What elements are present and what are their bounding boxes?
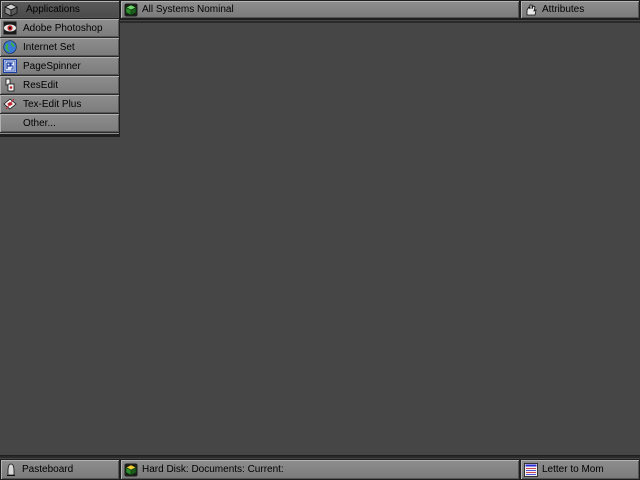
applications-menu-button[interactable]: Applications xyxy=(0,0,120,19)
path-bar[interactable]: Hard Disk: Documents: Current: xyxy=(120,459,520,480)
texedit-icon xyxy=(3,98,17,110)
top-bar-divider xyxy=(120,19,640,20)
applications-dropdown: Adobe Photoshop Internet Set PageSpinner… xyxy=(0,19,120,137)
photoshop-eye-icon xyxy=(3,21,17,35)
menu-item-label: PageSpinner xyxy=(23,60,81,72)
menu-item-other[interactable]: Other... xyxy=(0,114,119,132)
pasteboard-label: Pasteboard xyxy=(22,464,74,475)
applications-label: Applications xyxy=(26,4,80,15)
menu-item-pagespinner[interactable]: PageSpinner xyxy=(0,57,119,75)
attributes-button[interactable]: Attributes xyxy=(520,0,640,19)
resedit-jack-icon xyxy=(5,78,15,92)
pasteboard-button[interactable]: Pasteboard xyxy=(0,459,120,480)
attributes-label: Attributes xyxy=(542,4,585,15)
menu-item-tex-edit-plus[interactable]: Tex-Edit Plus xyxy=(0,95,119,113)
bottom-bar-shadow xyxy=(0,456,640,458)
status-label: All Systems Nominal xyxy=(142,4,234,15)
hard-disk-cube-icon xyxy=(124,463,138,476)
attributes-hand-icon xyxy=(526,4,537,15)
menu-item-adobe-photoshop[interactable]: Adobe Photoshop xyxy=(0,19,119,37)
status-green-cube-icon xyxy=(124,3,138,16)
system-status-bar[interactable]: All Systems Nominal xyxy=(120,0,520,19)
menu-item-label: Tex-Edit Plus xyxy=(23,98,82,110)
menu-item-label: Internet Set xyxy=(23,41,75,53)
pagespinner-icon xyxy=(3,59,17,73)
pasteboard-bell-icon xyxy=(7,463,15,476)
globe-icon xyxy=(3,40,17,54)
top-bar-shadow xyxy=(120,21,640,23)
menu-item-label: ResEdit xyxy=(23,79,59,91)
menu-bottom-edge xyxy=(0,133,119,137)
path-label: Hard Disk: Documents: Current: xyxy=(142,464,284,475)
menu-item-internet-set[interactable]: Internet Set xyxy=(0,38,119,56)
applications-cube-icon xyxy=(4,3,18,17)
menu-item-label: Other... xyxy=(23,117,56,129)
document-lines-icon xyxy=(524,462,538,477)
document-button[interactable]: Letter to Mom xyxy=(520,459,640,480)
menu-item-label: Adobe Photoshop xyxy=(23,22,103,34)
menu-item-resedit[interactable]: ResEdit xyxy=(0,76,119,94)
document-label: Letter to Mom xyxy=(542,464,604,475)
